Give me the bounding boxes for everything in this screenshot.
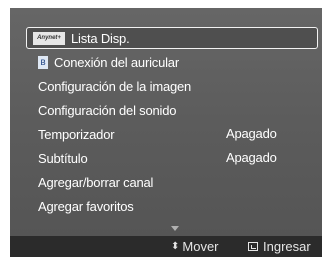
menu-item-configuracion-sonido[interactable]: Configuración del sonido (26, 99, 318, 121)
enter-hint: Ingresar (248, 236, 311, 257)
up-down-arrows-icon: ⬍ (171, 241, 180, 252)
menu-list: Anynet+ Lista Disp. ʙ Conexión del auric… (26, 27, 318, 219)
menu-item-label: Agregar/borrar canal (38, 174, 154, 190)
menu-item-configuracion-imagen[interactable]: Configuración de la imagen (26, 75, 318, 97)
enter-icon (248, 242, 258, 251)
move-hint: ⬍ Mover (171, 236, 219, 257)
menu-panel: Anynet+ Lista Disp. ʙ Conexión del auric… (10, 8, 322, 236)
menu-item-label: Lista Disp. (71, 30, 130, 46)
menu-item-subtitulo[interactable]: Subtítulo Apagado (26, 147, 318, 169)
menu-item-label: Subtítulo (38, 150, 88, 166)
anynet-logo-icon: Anynet+ (33, 31, 65, 45)
menu-item-label: Conexión del auricular (54, 54, 179, 70)
scroll-down-arrow-icon[interactable] (171, 226, 179, 231)
menu-item-agregar-favoritos[interactable]: Agregar favoritos (26, 195, 318, 217)
menu-item-temporizador[interactable]: Temporizador Apagado (26, 123, 318, 145)
menu-item-label: Configuración de la imagen (38, 78, 192, 94)
move-label: Mover (182, 239, 219, 254)
menu-item-conexion-auricular[interactable]: ʙ Conexión del auricular (26, 51, 318, 73)
tv-setup-menu-screen: Anynet+ Lista Disp. ʙ Conexión del auric… (0, 0, 330, 257)
menu-item-lista-disp[interactable]: Anynet+ Lista Disp. (26, 27, 318, 49)
menu-item-label: Temporizador (38, 126, 115, 142)
menu-item-label: Agregar favoritos (38, 198, 134, 214)
bluetooth-icon: ʙ (38, 55, 48, 69)
enter-label: Ingresar (263, 239, 311, 254)
navigation-hint-bar: ⬍ Mover Ingresar (10, 236, 322, 257)
menu-item-agregar-borrar-canal[interactable]: Agregar/borrar canal (26, 171, 318, 193)
menu-item-value: Apagado (226, 126, 277, 141)
menu-item-value: Apagado (226, 150, 277, 165)
menu-item-label: Configuración del sonido (38, 102, 177, 118)
